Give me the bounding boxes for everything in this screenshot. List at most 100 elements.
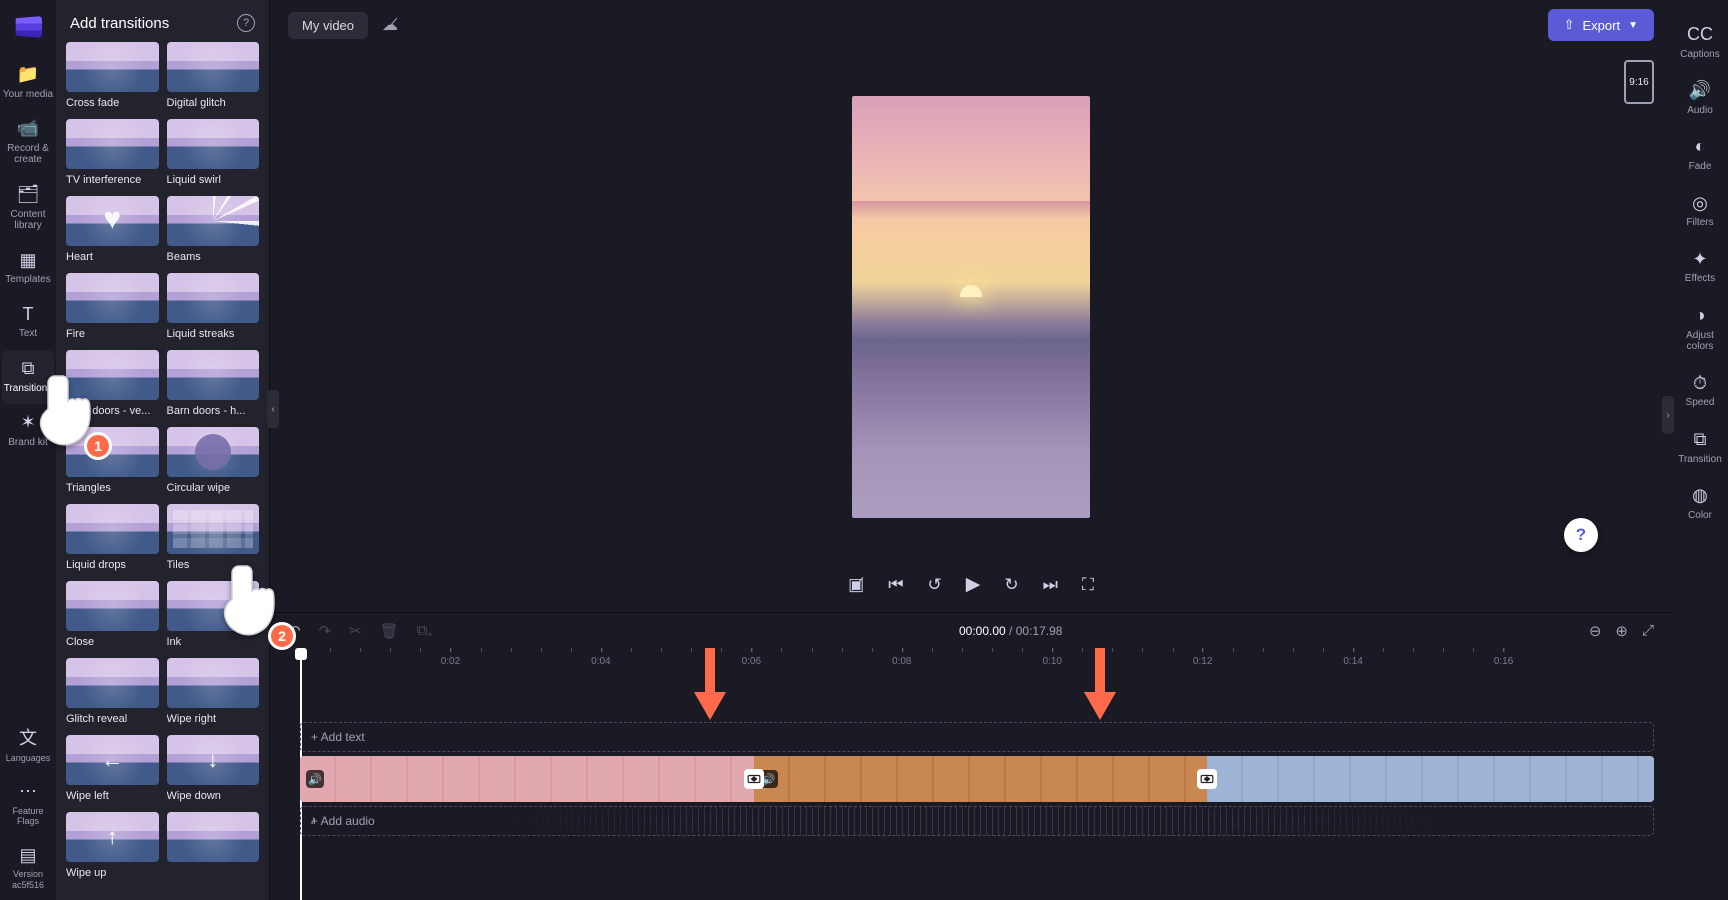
- transition-wipe-left[interactable]: Wipe left: [66, 735, 159, 802]
- timeline-ruler[interactable]: 0:020:040:060:080:100:120:140:16: [300, 648, 1654, 676]
- rail-item-text[interactable]: TText: [2, 296, 54, 350]
- rrail-item-transition[interactable]: ⧉Transition: [1674, 419, 1726, 475]
- app-logo-icon: [14, 16, 42, 38]
- transition-tiles[interactable]: Tiles: [167, 504, 260, 571]
- rail-item-transitions[interactable]: ⧉Transitions: [2, 350, 54, 404]
- cloud-sync-off-icon[interactable]: ☁̸: [382, 15, 398, 35]
- transition-barn-doors-h-[interactable]: Barn doors - h...: [167, 350, 260, 417]
- undo-button[interactable]: ↶: [288, 622, 301, 640]
- zoom-out-button[interactable]: ⊖: [1589, 622, 1602, 640]
- transition-label: Wipe down: [167, 790, 260, 802]
- video-track[interactable]: 🔊 🔊: [300, 756, 1654, 802]
- transition-beams[interactable]: Beams: [167, 196, 260, 263]
- rrail-item-effects[interactable]: ✦ Effects: [1674, 239, 1726, 295]
- fullscreen-icon[interactable]: ⛶: [1082, 575, 1094, 595]
- rrail-icon: 🔊: [1689, 80, 1711, 101]
- rail-label: Record & create: [2, 143, 54, 166]
- transition-close[interactable]: Close: [66, 581, 159, 648]
- transition-liquid-swirl[interactable]: Liquid swirl: [167, 119, 260, 186]
- timecode: 00:00.00 / 00:17.98: [959, 624, 1062, 638]
- rrail-label: Transition: [1678, 454, 1722, 466]
- rrail-label: Effects: [1685, 273, 1715, 285]
- delete-button[interactable]: 🗑: [380, 622, 399, 640]
- play-button[interactable]: ▶: [966, 573, 981, 596]
- rrail-item-color[interactable]: ◍Color: [1674, 475, 1726, 531]
- transition-wipe-down[interactable]: Wipe down: [167, 735, 260, 802]
- right-rail-collapse-toggle[interactable]: ›: [1662, 396, 1674, 434]
- rewind-icon[interactable]: ↺: [928, 575, 942, 595]
- transition-cross-fade[interactable]: Cross fade: [66, 42, 159, 109]
- rrail-item-filters[interactable]: ◎Filters: [1674, 183, 1726, 239]
- rail-icon: ▦: [19, 250, 36, 271]
- rail-item-content-library[interactable]: 🗂Content library: [2, 176, 54, 242]
- help-icon[interactable]: ?: [237, 14, 255, 32]
- transition-thumbnail: [66, 658, 159, 708]
- rail-icon: 📁: [17, 64, 39, 85]
- clip-1[interactable]: 🔊: [300, 756, 754, 802]
- rrail-icon: ✦: [1692, 249, 1707, 270]
- project-title-input[interactable]: My video: [288, 12, 368, 39]
- rail-label: Templates: [5, 274, 51, 286]
- transition-thumbnail: [167, 196, 260, 246]
- help-fab[interactable]: ?: [1564, 518, 1598, 552]
- transitions-scroll[interactable]: Cross fadeDigital glitchTV interferenceL…: [56, 42, 269, 900]
- clip-3[interactable]: [1207, 756, 1654, 802]
- redo-button[interactable]: ↷: [319, 622, 332, 640]
- transition-item-[interactable]: [167, 812, 260, 879]
- rail-item-version-ac-f-[interactable]: ▤Version ac5f516: [2, 837, 54, 900]
- transition-liquid-drops[interactable]: Liquid drops: [66, 504, 159, 571]
- skip-end-icon[interactable]: ⏭: [1043, 575, 1058, 595]
- text-lane[interactable]: + Add text: [300, 722, 1654, 752]
- clip-2[interactable]: 🔊: [754, 756, 1208, 802]
- transition-wipe-up[interactable]: Wipe up: [66, 812, 159, 879]
- rail-item-your-media[interactable]: 📁Your media: [2, 56, 54, 110]
- rrail-item-captions[interactable]: CCCaptions: [1674, 14, 1726, 70]
- rrail-icon: ◐: [1695, 136, 1706, 157]
- transition-liquid-streaks[interactable]: Liquid streaks: [167, 273, 260, 340]
- rrail-item-fade[interactable]: ◐Fade: [1674, 126, 1726, 182]
- transition-glitch-reveal[interactable]: Glitch reveal: [66, 658, 159, 725]
- rail-item-templates[interactable]: ▦ Templates: [2, 242, 54, 296]
- rail-item-record-create[interactable]: 📹Record & create: [2, 110, 54, 176]
- safe-zone-toggle-icon[interactable]: ▣̸: [848, 575, 864, 595]
- rrail-item-speed[interactable]: ⏱Speed: [1674, 363, 1726, 419]
- transition-circular-wipe[interactable]: Circular wipe: [167, 427, 260, 494]
- transition-thumbnail: [66, 504, 159, 554]
- transition-heart[interactable]: Heart: [66, 196, 159, 263]
- clip-mute-icon[interactable]: 🔊: [306, 770, 324, 788]
- rail-item-brand-kit[interactable]: ✶Brand kit: [2, 404, 54, 458]
- rrail-item-adjust-colors[interactable]: ◑Adjust colors: [1674, 295, 1726, 363]
- split-button[interactable]: ✂: [349, 622, 362, 640]
- transition-wipe-right[interactable]: Wipe right: [167, 658, 260, 725]
- transition-marker-2[interactable]: [1197, 769, 1217, 789]
- rrail-label: Color: [1688, 510, 1712, 522]
- ruler-tick: 0:12: [1193, 648, 1212, 659]
- transition-thumbnail: [66, 273, 159, 323]
- forward-icon[interactable]: ↻: [1004, 575, 1018, 595]
- transition-digital-glitch[interactable]: Digital glitch: [167, 42, 260, 109]
- transition-marker-1[interactable]: [744, 769, 764, 789]
- rail-label: Brand kit: [8, 437, 47, 449]
- transition-label: Tiles: [167, 559, 260, 571]
- video-preview[interactable]: [852, 96, 1090, 518]
- transition-tv-interference[interactable]: TV interference: [66, 119, 159, 186]
- duplicate-button[interactable]: ⧉₊: [417, 622, 433, 639]
- aspect-ratio-button[interactable]: 9:16: [1624, 60, 1654, 104]
- rail-item-languages[interactable]: 文Languages: [2, 720, 54, 773]
- transition-barn-doors-ve-[interactable]: Barn doors - ve...: [66, 350, 159, 417]
- zoom-fit-button[interactable]: ⤢: [1642, 622, 1654, 639]
- export-button[interactable]: ⇧ Export ▼: [1548, 9, 1654, 41]
- transition-label: Digital glitch: [167, 97, 260, 109]
- transition-fire[interactable]: Fire: [66, 273, 159, 340]
- add-text-placeholder[interactable]: + Add text: [311, 730, 365, 744]
- zoom-in-button[interactable]: ⊕: [1615, 622, 1628, 640]
- rail-item-feature-flags[interactable]: ⋯Feature Flags: [2, 773, 54, 836]
- transition-label: Close: [66, 636, 159, 648]
- transition-label: Glitch reveal: [66, 713, 159, 725]
- transition-ink[interactable]: Ink: [167, 581, 260, 648]
- timeline[interactable]: ⌄ 0:020:040:060:080:100:120:140:16 + Add…: [270, 648, 1672, 900]
- transition-label: Heart: [66, 251, 159, 263]
- rrail-item-audio[interactable]: 🔊Audio: [1674, 70, 1726, 126]
- transition-triangles[interactable]: Triangles: [66, 427, 159, 494]
- skip-start-icon[interactable]: ⏮: [888, 575, 903, 595]
